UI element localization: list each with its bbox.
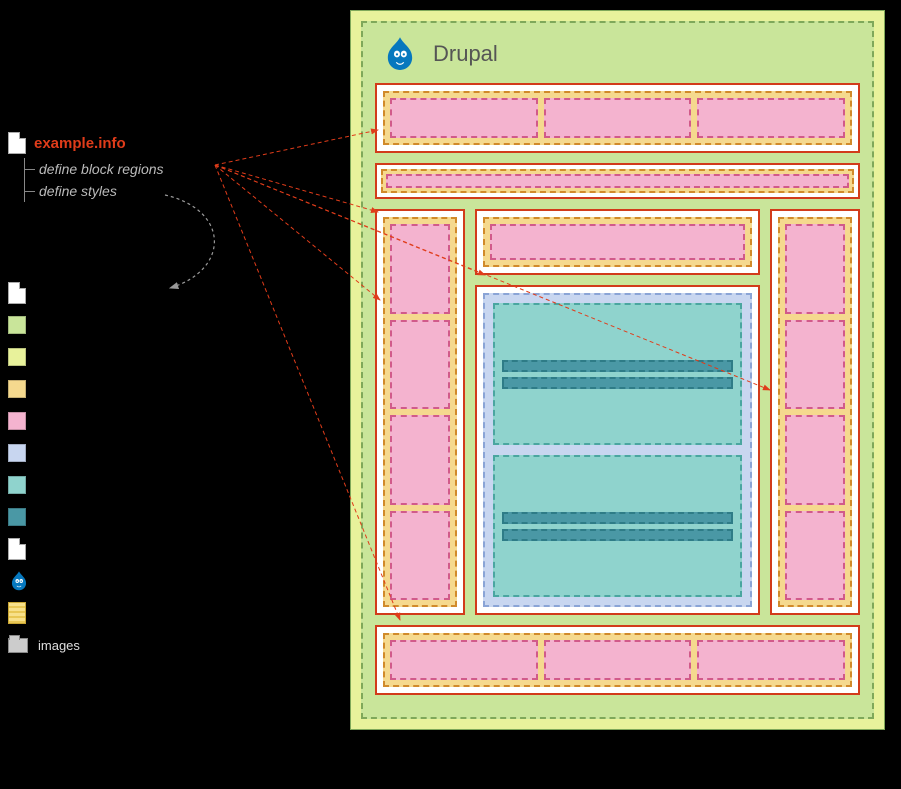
file-icon — [8, 132, 26, 154]
comment — [493, 303, 742, 445]
field — [502, 529, 733, 541]
swatch-darkteal — [8, 508, 26, 526]
block — [386, 174, 849, 188]
region-inner — [383, 91, 852, 145]
page-region: Drupal — [361, 21, 874, 719]
middle-row — [375, 209, 860, 615]
region-inner — [778, 217, 852, 607]
region-content — [475, 285, 760, 615]
node — [483, 293, 752, 607]
block — [785, 415, 845, 505]
region-inner — [383, 217, 457, 607]
drupal-title: Drupal — [433, 41, 498, 67]
region-featured — [375, 163, 860, 199]
block — [785, 511, 845, 601]
block — [785, 224, 845, 314]
comment — [493, 455, 742, 597]
tree-item-styles: define styles — [25, 180, 328, 202]
center-column — [475, 209, 760, 615]
region-highlighted — [475, 209, 760, 275]
block — [697, 640, 845, 680]
block — [390, 640, 538, 680]
swatch-blue — [8, 444, 26, 462]
field — [502, 512, 733, 524]
region-sidebar-right — [770, 209, 860, 615]
drupal-icon — [8, 570, 30, 592]
field — [502, 377, 733, 389]
legend: images — [8, 282, 80, 666]
file-icon — [8, 538, 26, 560]
region-inner — [483, 217, 752, 267]
block — [544, 98, 692, 138]
swatch-pink — [8, 412, 26, 430]
swatch-teal — [8, 476, 26, 494]
drupal-panel: Drupal — [350, 10, 885, 730]
swatch-green — [8, 316, 26, 334]
info-file-section: example.info define block regions define… — [8, 132, 328, 202]
block — [390, 511, 450, 601]
legend-images-label: images — [38, 638, 80, 653]
swatch-orange — [8, 380, 26, 398]
folder-icon — [8, 638, 28, 653]
block — [390, 98, 538, 138]
block — [785, 320, 845, 410]
block — [697, 98, 845, 138]
info-tree: define block regions define styles — [24, 158, 328, 202]
region-header — [375, 83, 860, 153]
region-inner — [383, 633, 852, 687]
doc-icon — [8, 602, 26, 624]
block — [390, 224, 450, 314]
swatch-yellowgreen — [8, 348, 26, 366]
drupal-icon — [381, 35, 419, 73]
region-inner — [381, 169, 854, 193]
info-filename: example.info — [34, 135, 126, 152]
region-sidebar-left — [375, 209, 465, 615]
field — [502, 360, 733, 372]
tree-item-regions: define block regions — [25, 158, 328, 180]
block — [390, 415, 450, 505]
drupal-header: Drupal — [375, 31, 860, 83]
file-icon — [8, 282, 26, 304]
block — [490, 224, 745, 260]
region-footer — [375, 625, 860, 695]
block — [544, 640, 692, 680]
block — [390, 320, 450, 410]
